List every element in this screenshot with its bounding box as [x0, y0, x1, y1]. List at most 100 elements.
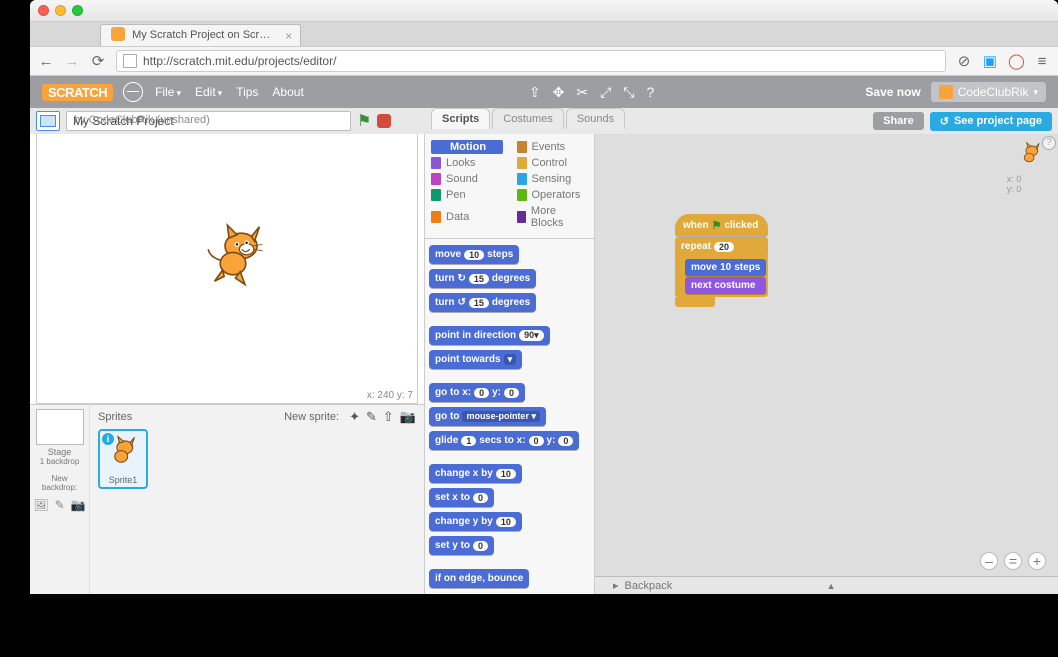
sprite-info-icon[interactable]: i: [102, 433, 114, 445]
help-bubble-icon[interactable]: ?: [1042, 136, 1056, 150]
url-field[interactable]: http://scratch.mit.edu/projects/editor/: [116, 50, 946, 72]
block-set-y[interactable]: set y to0: [429, 536, 494, 555]
zoom-reset-icon[interactable]: =: [1004, 552, 1022, 570]
cat-events[interactable]: Events: [517, 140, 589, 154]
fullscreen-stage-button[interactable]: [36, 111, 60, 131]
browser-right-icons: ⊘ ▣ ◯ ≡: [956, 52, 1050, 70]
mac-titlebar: [30, 0, 1058, 22]
cat-looks[interactable]: Looks: [431, 156, 503, 170]
user-menu[interactable]: CodeClubRik ▾: [931, 82, 1046, 102]
camera-backdrop-icon[interactable]: 📷: [71, 498, 86, 512]
block-turn-cw[interactable]: turn↻15degrees: [429, 269, 536, 288]
back-icon[interactable]: ←: [38, 53, 54, 70]
cat-data[interactable]: Data: [431, 204, 503, 230]
zoom-out-icon[interactable]: –: [980, 552, 998, 570]
minimize-window-icon[interactable]: [55, 5, 66, 16]
forward-icon[interactable]: →: [64, 53, 80, 70]
block-turn-ccw[interactable]: turn↺15degrees: [429, 293, 536, 312]
menu-file[interactable]: File▾: [155, 85, 181, 99]
stage-coords: x: 240 y: 7: [367, 390, 413, 401]
upload-sprite-icon[interactable]: ⇧: [383, 409, 394, 425]
cat-sound[interactable]: Sound: [431, 172, 503, 186]
cat-sensing[interactable]: Sensing: [517, 172, 589, 186]
project-byline: by CodeClubRik (unshared): [74, 114, 210, 126]
block-point-towards[interactable]: point towards▾: [429, 350, 522, 369]
block-next-costume[interactable]: next costume: [685, 277, 766, 294]
paint-sprite-icon[interactable]: ✎: [366, 409, 377, 425]
menu-tips[interactable]: Tips: [236, 85, 258, 99]
cat-more[interactable]: More Blocks: [517, 204, 589, 230]
tab-costumes[interactable]: Costumes: [492, 108, 564, 129]
choose-sprite-icon[interactable]: ✦: [349, 409, 360, 425]
share-button[interactable]: Share: [873, 112, 924, 130]
choose-backdrop-icon[interactable]: 🖼: [33, 498, 48, 512]
language-globe-icon[interactable]: [123, 82, 143, 102]
page-icon: [123, 54, 137, 68]
block-goto-xy[interactable]: go to x:0y:0: [429, 383, 525, 402]
block-move-steps[interactable]: move10steps: [429, 245, 519, 264]
zoom-in-icon[interactable]: +: [1028, 552, 1046, 570]
camera-sprite-icon[interactable]: 📷: [400, 409, 416, 425]
stage-thumbnail[interactable]: [36, 409, 84, 445]
palette-blocks: move10steps turn↻15degrees turn↺15degree…: [425, 239, 594, 594]
browser-tab[interactable]: My Scratch Project on Scr… ×: [100, 24, 301, 46]
save-now[interactable]: Save now: [865, 85, 920, 99]
sprite-item[interactable]: i Sprite1: [98, 429, 148, 489]
stop-icon[interactable]: [377, 114, 391, 128]
tab-sounds[interactable]: Sounds: [566, 108, 625, 129]
stage-label: Stage: [34, 447, 85, 457]
twitter-icon[interactable]: ▣: [982, 52, 998, 70]
block-move-steps-in-script[interactable]: move10steps: [685, 259, 766, 276]
no-track-icon[interactable]: ⊘: [956, 52, 972, 70]
shrink-icon[interactable]: ⤡: [623, 84, 634, 101]
stage-column: Stage 1 backdrop New backdrop: 🖼 ✎ 📷: [30, 405, 90, 594]
duplicate-icon[interactable]: ✥: [553, 84, 565, 101]
menu-icon[interactable]: ≡: [1034, 53, 1050, 70]
zoom-window-icon[interactable]: [72, 5, 83, 16]
block-set-x[interactable]: set x to0: [429, 488, 494, 507]
grow-icon[interactable]: ⤢: [600, 84, 611, 101]
stage[interactable]: x: 240 y: 7: [36, 134, 418, 404]
delete-icon[interactable]: ✂: [576, 84, 588, 101]
scripts-area[interactable]: ? x: 0 y: 0 when⚑clicked repeat20 move10…: [595, 134, 1058, 594]
new-backdrop-label: New backdrop:: [34, 474, 85, 492]
green-flag-icon[interactable]: ⚑: [357, 111, 371, 131]
block-goto-mouse[interactable]: go tomouse-pointer ▾: [429, 407, 546, 426]
browser-toolbar: ← → ⟳ http://scratch.mit.edu/projects/ed…: [30, 46, 1058, 76]
new-sprite-label: New sprite:: [284, 411, 339, 423]
zoom-controls: – = +: [980, 552, 1046, 570]
tab-close-icon[interactable]: ×: [285, 29, 292, 43]
mini-y: y: 0: [984, 184, 1044, 194]
cat-pen[interactable]: Pen: [431, 188, 503, 202]
block-point-direction[interactable]: point in direction90▾: [429, 326, 550, 345]
sprite-name: Sprite1: [109, 475, 138, 485]
cat-motion[interactable]: Motion: [431, 140, 503, 154]
username: CodeClubRik: [958, 85, 1029, 99]
sprites-label: Sprites: [98, 411, 132, 423]
cat-operators[interactable]: Operators: [517, 188, 589, 202]
see-project-page-label: See project page: [954, 115, 1042, 127]
block-glide[interactable]: glide1secs to x:0y:0: [429, 431, 579, 450]
script-stack[interactable]: when⚑clicked repeat20 move10steps next c…: [675, 214, 768, 307]
block-edge-bounce[interactable]: if on edge, bounce: [429, 569, 529, 588]
opera-icon[interactable]: ◯: [1008, 52, 1024, 70]
block-change-x[interactable]: change x by10: [429, 464, 522, 483]
menu-about[interactable]: About: [272, 85, 303, 99]
reload-icon[interactable]: ⟳: [90, 52, 106, 70]
block-when-flag-clicked[interactable]: when⚑clicked: [675, 214, 768, 236]
tab-scripts[interactable]: Scripts: [431, 108, 490, 129]
block-repeat[interactable]: repeat20: [675, 237, 768, 256]
block-change-y[interactable]: change y by10: [429, 512, 522, 531]
backpack-bar[interactable]: ▸ Backpack ▲: [595, 576, 1058, 594]
menu-edit[interactable]: Edit▾: [195, 85, 222, 99]
close-window-icon[interactable]: [38, 5, 49, 16]
see-project-page-button[interactable]: ↺ See project page: [930, 112, 1052, 131]
sprite-on-stage[interactable]: [197, 214, 277, 294]
cat-control[interactable]: Control: [517, 156, 589, 170]
paint-backdrop-icon[interactable]: ✎: [55, 498, 65, 512]
category-selector: Motion Events Looks Control Sound Sensin…: [425, 134, 594, 239]
stamp-icon[interactable]: ⇪: [529, 84, 541, 101]
browser-window: My Scratch Project on Scr… × ← → ⟳ http:…: [30, 0, 1058, 594]
scratch-logo[interactable]: SCRATCH: [42, 84, 113, 101]
help-icon[interactable]: ?: [647, 84, 655, 101]
